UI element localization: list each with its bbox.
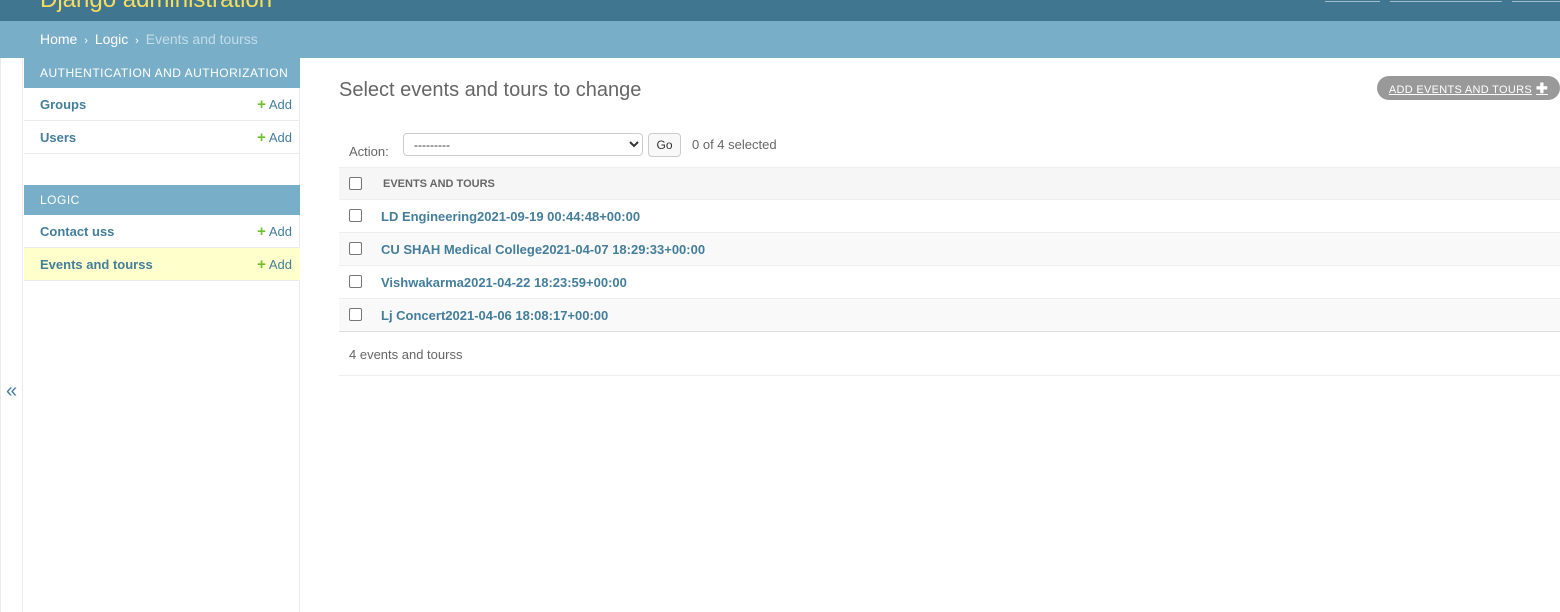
- table-row: CU SHAH Medical College2021-04-07 18:29:…: [339, 233, 1560, 266]
- row-link[interactable]: Vishwakarma2021-04-22 18:23:59+00:00: [381, 275, 627, 290]
- sidebar-item-groups: Groups + Add: [24, 88, 300, 121]
- sidebar-link-events-and-tourss[interactable]: Events and tourss: [40, 257, 153, 272]
- user-tools-link-view-site[interactable]: [1325, 0, 1380, 2]
- row-link[interactable]: LD Engineering2021-09-19 00:44:48+00:00: [381, 209, 640, 224]
- site-branding[interactable]: Django administration: [40, 0, 272, 14]
- collapse-sidebar-icon[interactable]: «: [6, 380, 17, 403]
- row-link[interactable]: Lj Concert2021-04-06 18:08:17+00:00: [381, 308, 608, 323]
- table-row: Vishwakarma2021-04-22 18:23:59+00:00: [339, 266, 1560, 299]
- row-checkbox[interactable]: [349, 275, 362, 288]
- plus-icon: +: [257, 129, 266, 146]
- breadcrumb-current: Events and tourss: [145, 31, 258, 47]
- add-users-link[interactable]: + Add: [257, 129, 292, 146]
- action-counter: 0 of 4 selected: [692, 137, 777, 152]
- add-events-and-tours-button[interactable]: Add Events and Tours ✚: [1376, 76, 1560, 100]
- plus-icon: +: [257, 256, 266, 273]
- table-row: Lj Concert2021-04-06 18:08:17+00:00: [339, 299, 1560, 332]
- actions-bar: Action: --------- Go 0 of 4 selected: [339, 133, 1560, 167]
- row-link[interactable]: CU SHAH Medical College2021-04-07 18:29:…: [381, 242, 705, 257]
- sidebar-item-events-and-tourss: Events and tourss + Add: [24, 248, 300, 281]
- breadcrumb-home[interactable]: Home: [40, 31, 77, 47]
- breadcrumb-logic[interactable]: Logic: [95, 31, 128, 47]
- add-groups-link[interactable]: + Add: [257, 96, 292, 113]
- add-label: Add: [268, 257, 292, 272]
- sidebar-link-groups[interactable]: Groups: [40, 97, 86, 112]
- sidebar-link-users[interactable]: Users: [40, 130, 76, 145]
- add-events-and-tourss-link[interactable]: + Add: [257, 256, 292, 273]
- breadcrumb-separator: ›: [135, 35, 139, 47]
- result-list: Events and Tours LD Engineering2021-09-1…: [339, 167, 1560, 332]
- nav-sidebar-toggle-strip[interactable]: «: [0, 58, 23, 612]
- select-all-checkbox[interactable]: [349, 177, 362, 190]
- plus-icon: ✚: [1535, 80, 1548, 96]
- sidebar-item-contact-uss: Contact uss + Add: [24, 215, 300, 248]
- paginator: 4 events and tourss: [339, 332, 1560, 376]
- column-header-events-and-tours[interactable]: Events and Tours: [383, 178, 495, 190]
- add-label: Add: [268, 97, 292, 112]
- breadcrumb-separator: ›: [84, 35, 88, 47]
- plus-icon: +: [257, 96, 266, 113]
- content-main: Select events and tours to change Add Ev…: [339, 58, 1560, 612]
- add-button-label: Add Events and Tours: [1388, 84, 1532, 96]
- sidebar-item-users: Users + Add: [24, 121, 300, 154]
- add-label: Add: [268, 130, 292, 145]
- nav-sidebar: Authentication and Authorization Groups …: [23, 58, 300, 612]
- action-label: Action:: [349, 144, 389, 159]
- user-tools-link-logout[interactable]: [1512, 0, 1560, 2]
- table-header: Events and Tours: [339, 167, 1560, 200]
- page-title: Select events and tours to change: [339, 79, 642, 101]
- module-logic: Logic Contact uss + Add Events and tourss…: [24, 185, 300, 281]
- table-row: LD Engineering2021-09-19 00:44:48+00:00: [339, 200, 1560, 233]
- module-caption-auth[interactable]: Authentication and Authorization: [24, 58, 300, 88]
- result-count: 4 events and tourss: [349, 347, 463, 362]
- go-button[interactable]: Go: [648, 133, 681, 157]
- action-select[interactable]: ---------: [403, 133, 643, 156]
- add-contact-uss-link[interactable]: + Add: [257, 223, 292, 240]
- sidebar-link-contact-uss[interactable]: Contact uss: [40, 224, 114, 239]
- user-tools-link-change-password[interactable]: [1390, 0, 1502, 2]
- row-checkbox[interactable]: [349, 209, 362, 222]
- add-label: Add: [268, 224, 292, 239]
- breadcrumb: Home › Logic › Events and tourss: [0, 21, 1560, 58]
- plus-icon: +: [257, 223, 266, 240]
- module-auth: Authentication and Authorization Groups …: [24, 58, 300, 154]
- row-checkbox[interactable]: [349, 242, 362, 255]
- row-checkbox[interactable]: [349, 308, 362, 321]
- module-caption-logic[interactable]: Logic: [24, 185, 300, 215]
- site-header: Django administration: [0, 0, 1560, 21]
